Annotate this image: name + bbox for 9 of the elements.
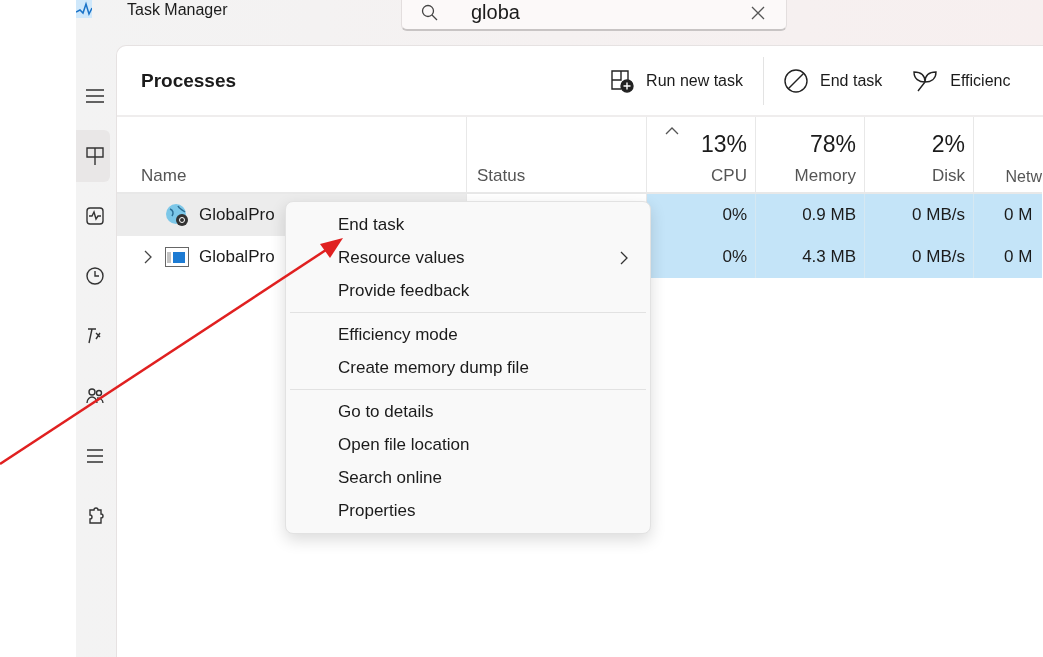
memory-cell: 4.3 MB: [756, 236, 865, 278]
memory-cell: 0.9 MB: [756, 194, 865, 236]
window-title: Task Manager: [127, 1, 228, 19]
disk-cell: 0 MB/s: [865, 236, 974, 278]
page-title: Processes: [141, 69, 237, 92]
network-cell: 0 M: [974, 236, 1042, 278]
cpu-cell: 0%: [647, 194, 756, 236]
disk-cell: 0 MB/s: [865, 194, 974, 236]
network-cell: 0 M: [974, 194, 1042, 236]
